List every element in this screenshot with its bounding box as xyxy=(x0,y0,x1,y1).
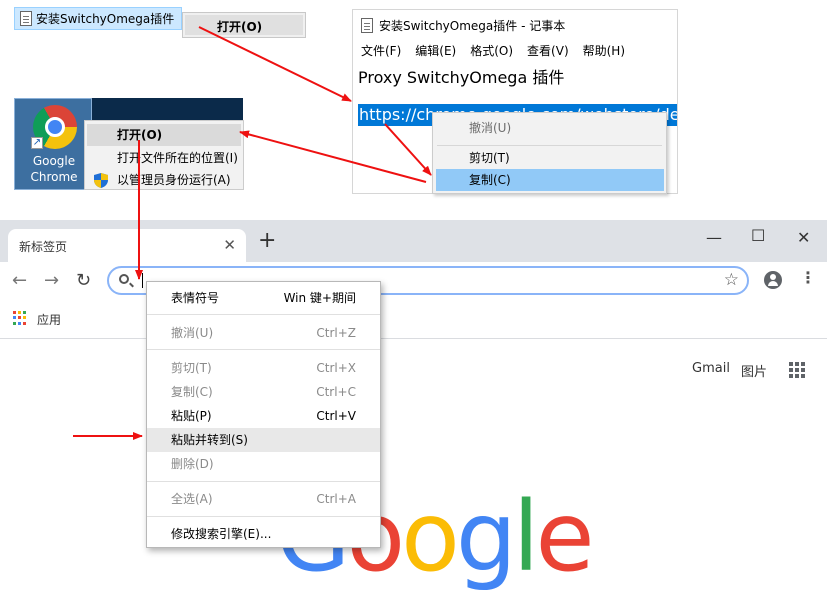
copy-menu-item[interactable]: 复制(C) Ctrl+C xyxy=(147,380,380,404)
delete-menu-item[interactable]: 删除(D) xyxy=(147,452,380,476)
star-icon[interactable]: ☆ xyxy=(724,270,739,290)
menu-help[interactable]: 帮助(H) xyxy=(583,42,625,59)
tab-strip: 新标签页 ✕ + — ☐ ✕ xyxy=(0,220,827,262)
text-file-icon xyxy=(20,11,32,26)
menu-separator xyxy=(147,481,380,482)
undo-menu-item[interactable]: 撤消(U) Ctrl+Z xyxy=(147,321,380,345)
tab-new-tab[interactable]: 新标签页 ✕ xyxy=(8,229,246,262)
paste-menu-item[interactable]: 粘贴(P) Ctrl+V xyxy=(147,404,380,428)
apps-bookmark[interactable]: 应用 xyxy=(37,311,61,328)
file-name: 安装SwitchyOmega插件 xyxy=(36,12,175,26)
open-menu-item[interactable]: 打开(O) xyxy=(87,124,241,146)
notepad-title-bar: 安装SwitchyOmega插件 - 记事本 xyxy=(361,17,565,34)
gmail-link[interactable]: Gmail xyxy=(692,361,730,376)
notepad-text-line: Proxy SwitchyOmega 插件 xyxy=(358,68,565,87)
chrome-shortcut[interactable]: ↗ Google Chrome xyxy=(14,98,92,190)
desktop-context-menu: 打开(O) 打开文件所在的位置(I) 以管理员身份运行(A) xyxy=(84,120,244,190)
edit-search-engines-menu-item[interactable]: 修改搜索引擎(E)... xyxy=(147,522,380,546)
reload-icon[interactable]: ↻ xyxy=(76,270,91,291)
new-tab-button[interactable]: + xyxy=(258,230,276,252)
undo-menu-item[interactable]: 撤消(U) xyxy=(433,117,666,139)
images-link[interactable]: 图片 xyxy=(741,361,767,380)
chrome-window: 新标签页 ✕ + — ☐ ✕ ← → ↻ ☆ ⋮ 应用 Gmail 图片 Goo… xyxy=(0,220,827,604)
close-icon[interactable]: ✕ xyxy=(223,236,236,254)
window-close-icon[interactable]: ✕ xyxy=(797,228,810,247)
file-context-menu: 打开(O) xyxy=(182,12,306,38)
notepad-icon xyxy=(361,18,373,33)
forward-icon[interactable]: → xyxy=(44,270,59,291)
menu-separator xyxy=(147,349,380,350)
uac-shield-icon xyxy=(94,173,108,188)
chrome-shortcut-label: Google Chrome xyxy=(30,154,78,184)
bookmarks-bar: 应用 xyxy=(0,299,827,339)
copy-menu-item[interactable]: 复制(C) xyxy=(436,169,664,191)
apps-grid-icon xyxy=(13,311,27,325)
text-caret xyxy=(142,273,143,288)
avatar-icon[interactable] xyxy=(764,271,782,289)
omnibox-context-menu: 表情符号 Win 键+期间 撤消(U) Ctrl+Z 剪切(T) Ctrl+X 复制(… xyxy=(146,281,381,548)
select-all-menu-item[interactable]: 全选(A) Ctrl+A xyxy=(147,487,380,511)
cut-menu-item[interactable]: 剪切(T) xyxy=(433,147,666,169)
google-apps-icon[interactable] xyxy=(789,362,805,378)
notepad-title: 安装SwitchyOmega插件 - 记事本 xyxy=(379,19,566,33)
cut-menu-item[interactable]: 剪切(T) Ctrl+X xyxy=(147,356,380,380)
file-item[interactable]: 安装SwitchyOmega插件 xyxy=(14,7,182,30)
menu-format[interactable]: 格式(O) xyxy=(470,42,513,59)
run-as-admin-menu-item[interactable]: 以管理员身份运行(A) xyxy=(85,169,243,191)
back-icon[interactable]: ← xyxy=(12,270,27,291)
shortcut-arrow-icon: ↗ xyxy=(31,137,43,149)
notepad-context-menu: 撤消(U) 剪切(T) 复制(C) xyxy=(432,112,667,194)
tab-title: 新标签页 xyxy=(19,240,68,254)
maximize-icon[interactable]: ☐ xyxy=(751,226,765,245)
search-icon xyxy=(119,274,129,284)
emoji-menu-item[interactable]: 表情符号 Win 键+期间 xyxy=(147,286,380,310)
open-menu-label: 打开(O) xyxy=(217,20,263,34)
toolbar: ← → ↻ ☆ ⋮ xyxy=(0,262,827,299)
minimize-icon[interactable]: — xyxy=(706,228,722,247)
notepad-menubar: 文件(F) 编辑(E) 格式(O) 查看(V) 帮助(H) xyxy=(353,40,677,60)
menu-separator xyxy=(147,516,380,517)
menu-view[interactable]: 查看(V) xyxy=(527,42,569,59)
run-as-admin-label: 以管理员身份运行(A) xyxy=(117,173,231,187)
arrow-open-to-notepad xyxy=(198,26,352,102)
menu-separator xyxy=(147,314,380,315)
more-icon[interactable]: ⋮ xyxy=(800,268,816,287)
open-location-menu-item[interactable]: 打开文件所在的位置(I) xyxy=(85,147,243,169)
menu-separator xyxy=(437,145,662,146)
menu-edit[interactable]: 编辑(E) xyxy=(415,42,456,59)
menu-file[interactable]: 文件(F) xyxy=(361,42,401,59)
paste-and-go-menu-item[interactable]: 粘贴并转到(S) xyxy=(147,428,380,452)
